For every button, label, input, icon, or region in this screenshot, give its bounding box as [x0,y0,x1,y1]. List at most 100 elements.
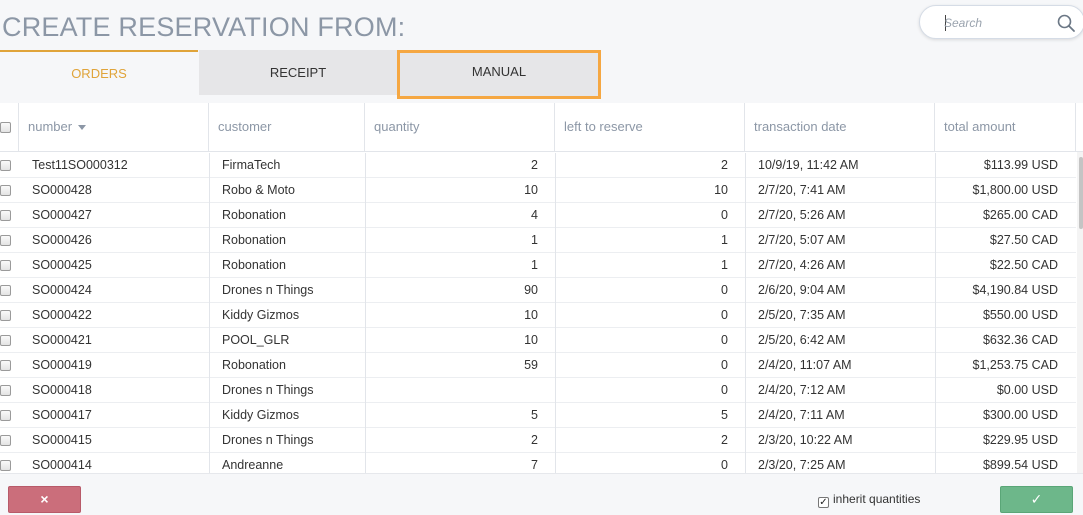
row-checkbox[interactable] [0,285,11,296]
table-row[interactable]: SO000427 Robonation 4 0 2/7/20, 5:26 AM $265.… [0,203,1076,228]
footer-bar: × ✓ inherit quantities ✓ [0,473,1083,515]
column-divider [745,353,746,378]
inherit-quantities-checkbox[interactable]: ✓ [818,497,829,508]
column-divider [745,203,746,228]
table-row[interactable]: SO000426 Robonation 1 1 2/7/20, 5:07 AM $27.5… [0,228,1076,253]
column-header-customer[interactable]: customer [209,103,365,152]
cell-number: SO000415 [32,433,92,447]
cell-transaction-date: 2/4/20, 7:12 AM [758,383,846,397]
table-header: number customer quantity left to reserve… [0,103,1083,152]
cell-total-amount: $300.00 USD [982,408,1058,422]
search-box[interactable] [919,5,1083,39]
column-header-left-to-reserve[interactable]: left to reserve [555,103,745,152]
close-icon: × [40,491,49,507]
search-icon[interactable] [1056,13,1076,33]
cell-number: SO000426 [32,233,92,247]
table-row[interactable]: SO000428 Robo & Moto 10 10 2/7/20, 7:41 AM $1… [0,178,1076,203]
cell-transaction-date: 2/4/20, 11:07 AM [758,358,852,372]
row-checkbox[interactable] [0,210,11,221]
column-header-quantity[interactable]: quantity [365,103,555,152]
inherit-quantities-option[interactable]: ✓ inherit quantities [818,492,920,508]
search-input[interactable] [944,14,1054,32]
cell-left-to-reserve: 0 [721,208,728,222]
cell-number: SO000419 [32,358,92,372]
cell-total-amount: $1,800.00 USD [972,183,1058,197]
column-divider [745,228,746,253]
cell-customer: Drones n Things [222,433,314,447]
column-divider [209,203,210,228]
cell-quantity: 90 [524,283,538,297]
row-checkbox[interactable] [0,185,11,196]
cancel-button[interactable]: × [8,486,81,513]
table-row[interactable]: SO000415 Drones n Things 2 2 2/3/20, 10:22 A… [0,428,1076,453]
check-icon: ✓ [1030,491,1043,507]
column-divider [745,453,746,473]
row-checkbox[interactable] [0,260,11,271]
row-checkbox[interactable] [0,335,11,346]
cell-total-amount: $550.00 USD [982,308,1058,322]
column-divider [745,178,746,203]
row-checkbox[interactable] [0,160,11,171]
table-row[interactable]: SO000421 POOL_GLR 10 0 2/5/20, 6:42 AM $632.3… [0,328,1076,353]
cell-left-to-reserve: 10 [714,183,728,197]
cell-left-to-reserve: 0 [721,333,728,347]
cell-transaction-date: 2/5/20, 6:42 AM [758,333,846,347]
column-divider [209,278,210,303]
inherit-quantities-label: inherit quantities [833,492,921,506]
cell-transaction-date: 2/5/20, 7:35 AM [758,308,846,322]
column-divider [209,328,210,353]
row-checkbox[interactable] [0,385,11,396]
cell-number: SO000418 [32,383,92,397]
row-checkbox[interactable] [0,360,11,371]
column-divider [209,178,210,203]
select-all-checkbox[interactable] [0,122,11,133]
sort-desc-icon [78,125,87,131]
cell-number: SO000428 [32,183,92,197]
table-row[interactable]: SO000425 Robonation 1 1 2/7/20, 4:26 AM $22.5… [0,253,1076,278]
cell-total-amount: $4,190.84 USD [972,283,1058,297]
cell-transaction-date: 2/6/20, 9:04 AM [758,283,846,297]
row-checkbox[interactable] [0,410,11,421]
row-checkbox[interactable] [0,460,11,471]
tab-receipt[interactable]: RECEIPT [199,50,397,95]
column-header-total-amount[interactable]: total amount [935,103,1076,152]
cell-quantity: 5 [531,408,538,422]
cell-left-to-reserve: 0 [721,308,728,322]
cell-quantity: 2 [531,433,538,447]
column-divider [745,428,746,453]
cell-quantity: 4 [531,208,538,222]
cell-customer: Kiddy Gizmos [222,408,300,422]
cell-number: SO000421 [32,333,92,347]
row-checkbox[interactable] [0,235,11,246]
confirm-button[interactable]: ✓ [1000,486,1073,513]
cell-transaction-date: 2/3/20, 7:25 AM [758,458,846,472]
cell-quantity [365,378,538,403]
table-row[interactable]: SO000424 Drones n Things 90 0 2/6/20, 9:04 A… [0,278,1076,303]
cell-total-amount: $113.99 USD [983,158,1058,172]
cell-left-to-reserve: 5 [721,408,728,422]
row-checkbox[interactable] [0,435,11,446]
cell-quantity: 7 [531,458,538,472]
cell-transaction-date: 2/7/20, 5:26 AM [758,208,846,222]
orders-grid: number customer quantity left to reserve… [0,103,1083,473]
tab-orders[interactable]: ORDERS [0,50,198,95]
cell-left-to-reserve: 0 [721,358,728,372]
tab-manual[interactable]: MANUAL [397,50,601,99]
scrollbar-thumb[interactable] [1079,157,1083,229]
table-row[interactable]: SO000414 Andreanne 7 0 2/3/20, 7:25 AM $899.5… [0,453,1076,473]
row-checkbox[interactable] [0,310,11,321]
table-row[interactable]: SO000422 Kiddy Gizmos 10 0 2/5/20, 7:35 AM $5… [0,303,1076,328]
table-row[interactable]: Test11SO000312 FirmaTech 2 2 10/9/19, 11:42 … [0,153,1076,178]
column-header-transaction-date[interactable]: transaction date [745,103,935,152]
page-title: CREATE RESERVATION FROM: [2,12,406,42]
table-row[interactable]: SO000417 Kiddy Gizmos 5 5 2/4/20, 7:11 AM $30… [0,403,1076,428]
cell-quantity: 10 [524,333,538,347]
column-divider [745,403,746,428]
cell-transaction-date: 2/4/20, 7:11 AM [758,408,845,422]
table-row[interactable]: SO000418 Drones n Things 0 2/4/20, 7:12 AM $… [0,378,1076,403]
column-header-number[interactable]: number [19,103,209,152]
column-divider [745,328,746,353]
cell-customer: FirmaTech [222,158,281,172]
table-row[interactable]: SO000419 Robonation 59 0 2/4/20, 11:07 AM $1,… [0,353,1076,378]
cell-left-to-reserve: 2 [721,433,728,447]
